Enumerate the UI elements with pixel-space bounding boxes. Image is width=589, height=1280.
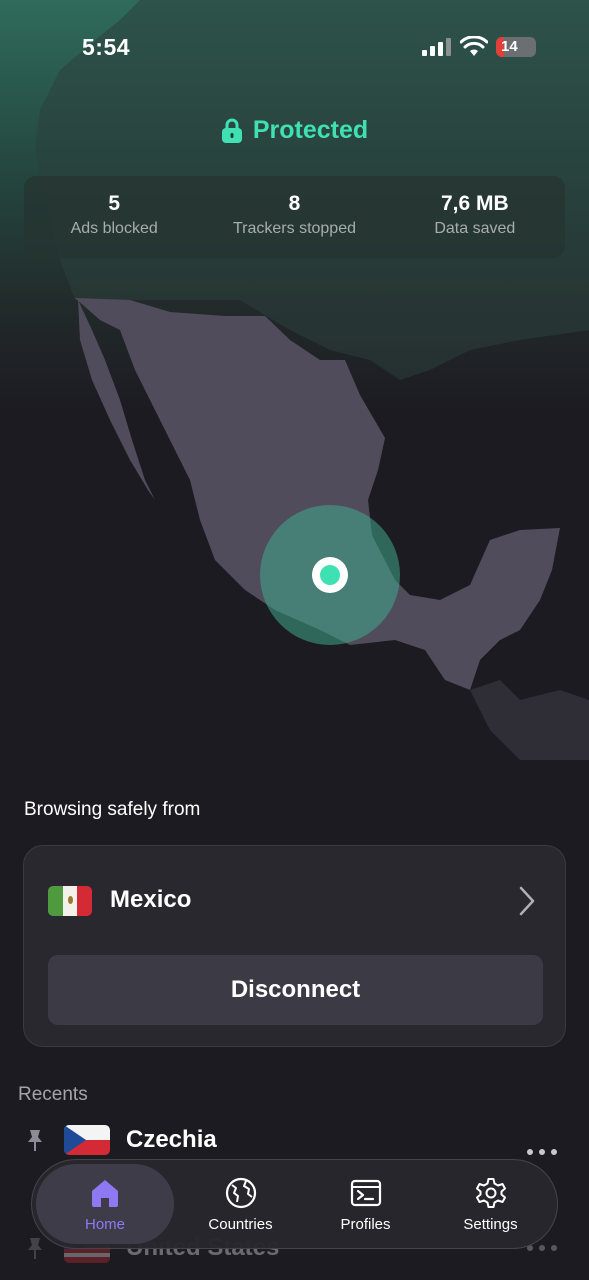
stat-label: Trackers stopped [232, 220, 356, 237]
status-time: 5:54 [82, 34, 131, 60]
tab-profiles[interactable]: Profiles [303, 1164, 428, 1244]
stat-value: 7,6 MB [440, 192, 509, 215]
central-america-shape [470, 680, 589, 760]
disconnect-button[interactable]: Disconnect [48, 955, 543, 1025]
pin-icon[interactable] [24, 1128, 46, 1152]
chevron-right-icon [519, 886, 535, 916]
status-bar: 5:54 14 [0, 28, 589, 68]
current-country-name: Mexico [110, 886, 192, 913]
stats-panel: 5 Ads blocked 8 Trackers stopped 7,6 MB … [24, 176, 565, 258]
more-options-icon[interactable] [526, 1148, 558, 1156]
globe-icon [225, 1177, 256, 1208]
terminal-icon [350, 1179, 381, 1206]
location-dot-inner [320, 565, 340, 585]
stat-value: 8 [288, 192, 301, 215]
tab-label: Profiles [340, 1215, 391, 1233]
tab-label: Home [84, 1215, 125, 1233]
pin-icon[interactable] [24, 1236, 46, 1260]
protection-status: Protected [0, 116, 589, 145]
tab-bar: Home Countries Profiles Settings [31, 1159, 558, 1249]
protection-status-label: Protected [252, 116, 369, 144]
cellular-signal-icon [422, 38, 451, 56]
connection-card: Mexico Disconnect [23, 845, 566, 1047]
tab-label: Countries [208, 1215, 273, 1233]
battery-level: 14 [501, 38, 518, 55]
stat-ads-blocked: 5 Ads blocked [24, 176, 204, 258]
tab-settings[interactable]: Settings [428, 1164, 553, 1244]
wifi-icon [460, 36, 488, 56]
stat-trackers-stopped: 8 Trackers stopped [204, 176, 384, 258]
stat-label: Data saved [434, 220, 516, 237]
recent-item-name: Czechia [126, 1126, 217, 1153]
stat-value: 5 [108, 192, 120, 215]
mexico-flag-icon [48, 886, 92, 916]
map[interactable] [0, 0, 589, 760]
battery-icon: 14 [496, 37, 536, 57]
tab-home[interactable]: Home [36, 1164, 174, 1244]
czechia-flag-icon [64, 1125, 110, 1155]
home-screen: 5:54 14 Protected 5 Ads blocked 8 Tracke… [0, 0, 589, 1280]
home-icon [92, 1179, 118, 1207]
current-country-row[interactable]: Mexico [24, 846, 565, 954]
tab-countries[interactable]: Countries [178, 1164, 303, 1244]
stat-data-saved: 7,6 MB Data saved [385, 176, 565, 258]
connection-heading: Browsing safely from [24, 799, 201, 820]
tab-label: Settings [463, 1215, 518, 1233]
recents-heading: Recents [18, 1084, 88, 1105]
lock-icon [221, 118, 242, 143]
gear-icon [475, 1177, 506, 1208]
stat-label: Ads blocked [70, 220, 158, 237]
